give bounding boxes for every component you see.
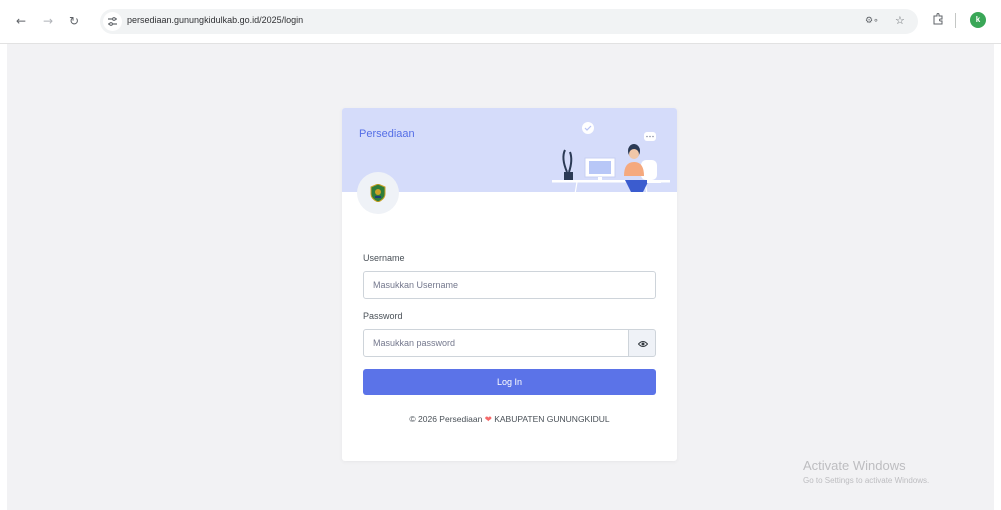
password-field-group <box>363 329 656 357</box>
heart-icon: ❤ <box>484 414 492 424</box>
forward-arrow-icon[interactable]: → <box>39 12 57 30</box>
eye-icon <box>638 341 648 347</box>
toolbar-divider <box>955 13 956 28</box>
username-label: Username <box>363 253 405 263</box>
watermark-title: Activate Windows <box>803 458 906 473</box>
activate-windows-watermark: Activate Windows Go to Settings to activ… <box>803 458 929 485</box>
url-text[interactable]: persediaan.gunungkidulkab.go.id/2025/log… <box>127 15 303 25</box>
bookmark-star-icon[interactable]: ☆ <box>895 14 905 27</box>
address-bar[interactable]: persediaan.gunungkidulkab.go.id/2025/log… <box>100 9 918 34</box>
login-card: Persediaan Username Masukkan Username Pa… <box>342 108 677 461</box>
logo-avatar <box>357 172 399 214</box>
extensions-icon[interactable] <box>932 13 944 28</box>
back-arrow-icon[interactable]: ← <box>12 12 30 30</box>
username-input[interactable] <box>363 271 656 299</box>
copyright-text: © 2026 Persediaan <box>409 414 483 424</box>
watermark-subtitle: Go to Settings to activate Windows. <box>803 476 930 485</box>
reload-icon[interactable]: ↻ <box>65 12 83 30</box>
organization-text: KABUPATEN GUNUNGKIDUL <box>494 414 610 424</box>
footer-text: © 2026 Persediaan ❤ KABUPATEN GUNUNGKIDU… <box>342 414 677 425</box>
password-input[interactable] <box>363 329 629 357</box>
browser-toolbar: ← → ↻ persediaan.gunungkidulkab.go.id/20… <box>0 0 1001 44</box>
brand-title: Persediaan <box>359 128 415 140</box>
workspace-illustration <box>552 122 670 194</box>
profile-avatar[interactable]: k <box>970 12 986 28</box>
regency-emblem-icon <box>370 184 386 202</box>
show-password-button[interactable] <box>628 329 656 357</box>
login-button[interactable]: Log In <box>363 369 656 395</box>
site-info-icon[interactable] <box>103 12 122 31</box>
password-key-icon[interactable]: ⚙∘ <box>865 16 879 26</box>
password-label: Password <box>363 311 403 321</box>
